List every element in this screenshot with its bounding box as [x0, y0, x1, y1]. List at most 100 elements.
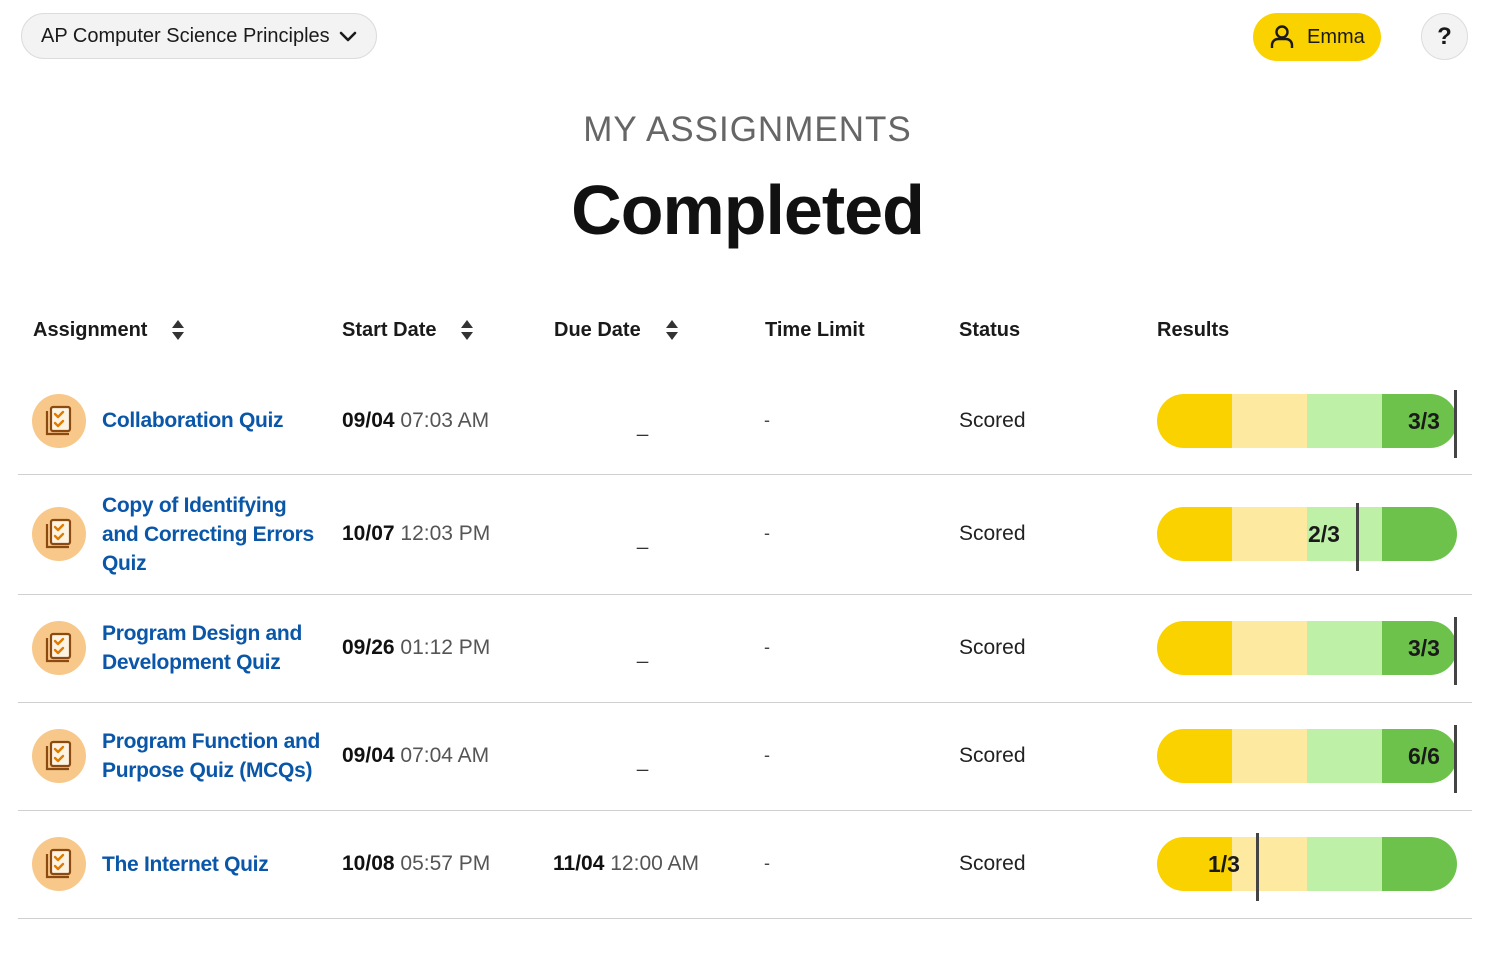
results-bar-segment	[1307, 621, 1382, 675]
time-limit: -	[764, 853, 770, 873]
start-date-time: 05:57 PM	[400, 852, 491, 875]
quiz-icon-badge	[32, 729, 86, 783]
column-header-assignment: Assignment	[33, 318, 185, 342]
score-marker	[1356, 503, 1359, 571]
results-bar-segment	[1382, 837, 1457, 891]
due-date-empty: _	[637, 414, 649, 437]
status-text: Scored	[959, 852, 1026, 875]
user-name: Emma	[1307, 25, 1365, 48]
score-label: 6/6	[1408, 743, 1440, 769]
column-header-time-limit: Time Limit	[765, 318, 865, 342]
status-text: Scored	[959, 636, 1026, 659]
results-bar-segment	[1157, 507, 1232, 561]
table-row: Copy of Identifying and Correcting Error…	[18, 474, 1472, 595]
start-date-day: 09/26	[342, 636, 395, 659]
results-bar	[1157, 507, 1457, 561]
start-date-day: 10/08	[342, 852, 395, 875]
status-text: Scored	[959, 522, 1026, 545]
due-date-empty: _	[637, 528, 649, 550]
score-label: 3/3	[1408, 635, 1440, 661]
results-bar-segment	[1157, 621, 1232, 675]
status-text: Scored	[959, 408, 1026, 432]
time-limit: -	[764, 523, 770, 543]
assignment-link[interactable]: Copy of Identifying and Correcting Error…	[102, 491, 322, 578]
results-bar-segment	[1157, 729, 1232, 783]
chevron-down-icon	[339, 31, 357, 42]
results-bar-segment	[1232, 729, 1307, 783]
column-header-start-date: Start Date	[342, 318, 474, 342]
results-bar-segment	[1307, 729, 1382, 783]
results-bar-segment	[1307, 837, 1382, 891]
results-bar-segment	[1232, 507, 1307, 561]
sort-icon[interactable]	[460, 319, 474, 341]
start-date: 10/07 12:03 PM	[342, 522, 490, 546]
column-header-status: Status	[959, 318, 1020, 342]
column-header-label: Time Limit	[765, 318, 865, 341]
quiz-icon-badge	[32, 507, 86, 561]
due-date-time: 12:00 AM	[610, 852, 699, 875]
due-date-empty: _	[637, 642, 649, 664]
table-row: Program Design and Development Quiz 09/26…	[18, 594, 1472, 703]
assignment-link[interactable]: Collaboration Quiz	[102, 406, 322, 435]
quiz-checklist-icon	[45, 632, 72, 663]
table-row: Program Function and Purpose Quiz (MCQs)…	[18, 702, 1472, 811]
assignment-link[interactable]: Program Function and Purpose Quiz (MCQs)	[102, 727, 322, 785]
quiz-checklist-icon	[45, 405, 72, 435]
course-selector-label: AP Computer Science Principles	[41, 24, 330, 47]
column-header-label: Assignment	[33, 318, 148, 341]
results-bar-segment	[1232, 621, 1307, 675]
column-header-label: Due Date	[554, 318, 641, 341]
start-date-time: 07:03 AM	[400, 408, 490, 432]
column-header-label: Start Date	[342, 318, 437, 341]
quiz-icon-badge	[32, 837, 86, 891]
start-date-day: 09/04	[342, 408, 395, 432]
results-bar-segment	[1382, 507, 1457, 561]
score-label: 2/3	[1308, 521, 1340, 547]
results-bar-segment	[1307, 393, 1382, 448]
start-date: 10/08 05:57 PM	[342, 852, 490, 876]
user-icon	[1270, 25, 1294, 48]
assignment-link[interactable]: Program Design and Development Quiz	[102, 619, 322, 677]
score-label: 1/3	[1208, 851, 1240, 877]
help-icon: ?	[1437, 22, 1452, 50]
start-date-day: 09/04	[342, 744, 395, 767]
table-row: The Internet Quiz 10/08 05:57 PM 11/04 12:…	[18, 810, 1472, 919]
quiz-checklist-icon	[45, 740, 72, 771]
page-title: Completed	[571, 171, 925, 249]
quiz-checklist-icon	[45, 518, 72, 549]
help-button[interactable]: ?	[1421, 13, 1468, 60]
quiz-icon-badge	[32, 393, 86, 448]
start-date: 09/04 07:03 AM	[342, 409, 489, 433]
start-date-time: 01:12 PM	[400, 636, 491, 659]
time-limit: -	[764, 637, 770, 657]
start-date: 09/26 01:12 PM	[342, 636, 490, 660]
assignment-link[interactable]: The Internet Quiz	[102, 850, 322, 879]
quiz-checklist-icon	[45, 848, 72, 879]
table-row: Collaboration Quiz 09/04 07:03 AM _ - Scored…	[18, 367, 1472, 475]
start-date-time: 07:04 AM	[400, 744, 490, 767]
results-bar	[1157, 837, 1457, 891]
column-header-results: Results	[1157, 318, 1229, 342]
course-selector[interactable]: AP Computer Science Principles	[21, 13, 377, 59]
score-label: 3/3	[1408, 407, 1440, 434]
time-limit: -	[764, 409, 770, 430]
score-marker	[1454, 617, 1457, 685]
score-marker	[1256, 833, 1259, 901]
top-bar: AP Computer Science Principles Emma ?	[0, 0, 1495, 80]
results-bar-segment	[1232, 393, 1307, 448]
status-text: Scored	[959, 744, 1026, 767]
start-date-time: 12:03 PM	[400, 522, 491, 545]
page-eyebrow: MY ASSIGNMENTS	[583, 110, 912, 149]
column-header-label: Status	[959, 318, 1021, 341]
due-date-day: 11/04	[553, 852, 605, 875]
score-marker	[1454, 725, 1457, 793]
user-menu-button[interactable]: Emma	[1253, 13, 1381, 61]
quiz-icon-badge	[32, 621, 86, 675]
sort-icon[interactable]	[171, 319, 185, 341]
start-date: 09/04 07:04 AM	[342, 744, 489, 768]
start-date-day: 10/07	[342, 522, 395, 545]
sort-icon[interactable]	[665, 319, 679, 341]
score-marker	[1454, 389, 1457, 458]
due-date-empty: _	[637, 750, 649, 772]
results-bar-segment	[1157, 393, 1232, 448]
